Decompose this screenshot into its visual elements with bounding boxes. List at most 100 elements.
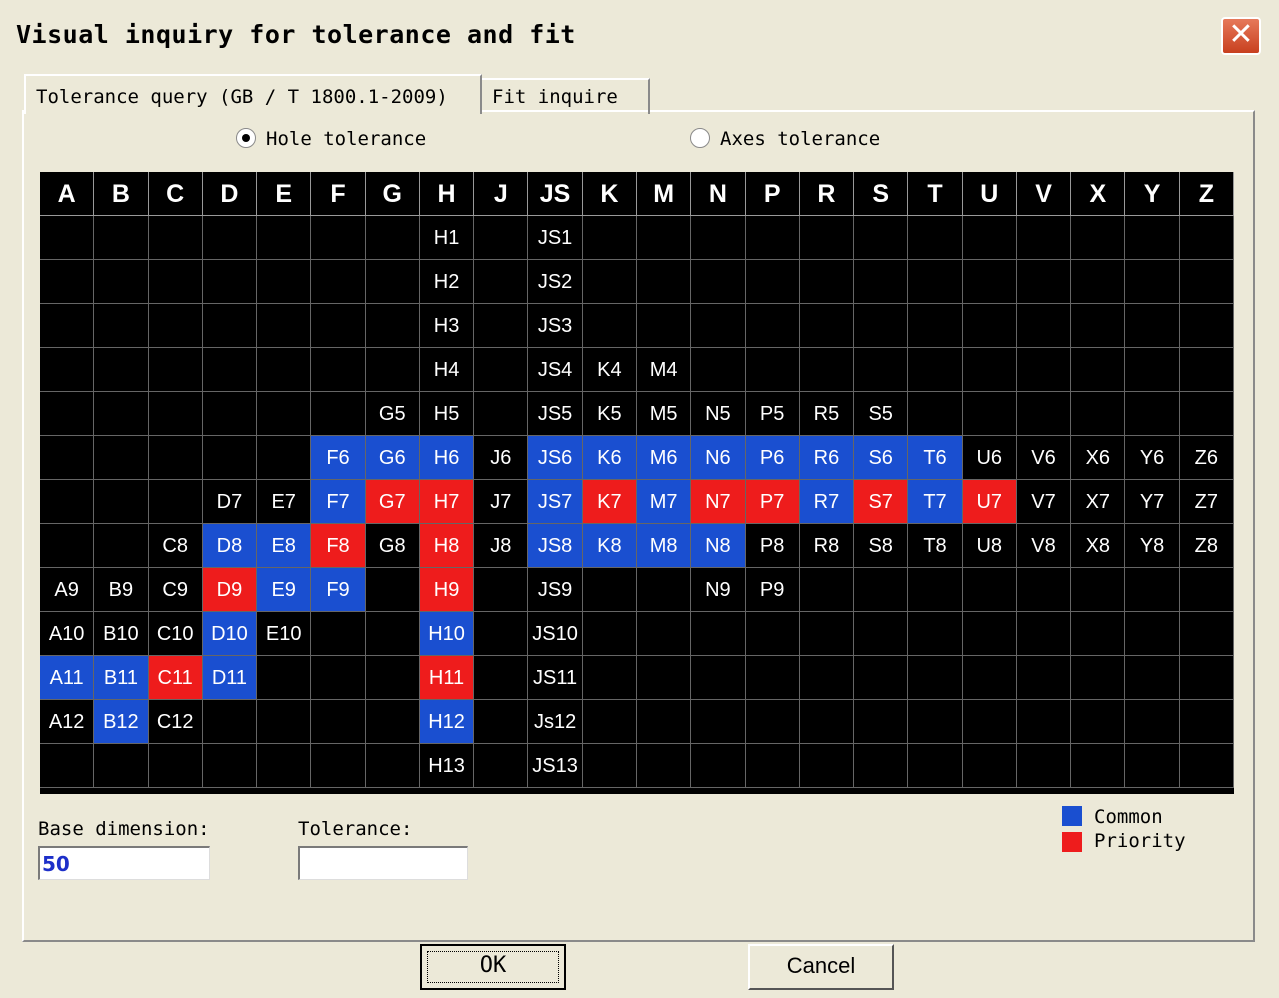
tolerance-cell-g7[interactable]: G7 bbox=[365, 480, 420, 524]
tolerance-cell-m7[interactable]: M7 bbox=[637, 480, 692, 524]
tolerance-cell-r5[interactable]: R5 bbox=[799, 392, 855, 436]
base-dimension-input[interactable]: 50 bbox=[38, 846, 210, 880]
tolerance-cell-h7[interactable]: H7 bbox=[419, 480, 475, 524]
cancel-button[interactable]: Cancel bbox=[748, 944, 894, 990]
tolerance-cell-p6[interactable]: P6 bbox=[745, 436, 800, 480]
tolerance-cell-f9[interactable]: F9 bbox=[311, 568, 366, 612]
tolerance-cell-s8[interactable]: S8 bbox=[854, 524, 909, 568]
tolerance-cell-m4[interactable]: M4 bbox=[637, 348, 692, 392]
tolerance-cell-g8[interactable]: G8 bbox=[365, 524, 420, 568]
tolerance-cell-y6[interactable]: Y6 bbox=[1125, 436, 1180, 480]
tolerance-cell-p7[interactable]: P7 bbox=[745, 480, 800, 524]
ok-button[interactable]: OK bbox=[420, 944, 566, 990]
tolerance-cell-s7[interactable]: S7 bbox=[854, 480, 909, 524]
tolerance-cell-p9[interactable]: P9 bbox=[745, 568, 800, 612]
tolerance-cell-a9[interactable]: A9 bbox=[40, 568, 95, 612]
tolerance-input[interactable] bbox=[298, 846, 468, 880]
tolerance-cell-m6[interactable]: M6 bbox=[637, 436, 692, 480]
tolerance-cell-s5[interactable]: S5 bbox=[854, 392, 909, 436]
tolerance-cell-y8[interactable]: Y8 bbox=[1125, 524, 1180, 568]
tolerance-cell-e10[interactable]: E10 bbox=[257, 612, 312, 656]
tolerance-cell-n5[interactable]: N5 bbox=[691, 392, 746, 436]
tolerance-cell-m8[interactable]: M8 bbox=[637, 524, 692, 568]
tolerance-cell-js10[interactable]: JS10 bbox=[528, 612, 583, 656]
tolerance-cell-f6[interactable]: F6 bbox=[311, 436, 366, 480]
tolerance-cell-a12[interactable]: A12 bbox=[40, 700, 95, 744]
tolerance-cell-b10[interactable]: B10 bbox=[94, 612, 149, 656]
tolerance-cell-n6[interactable]: N6 bbox=[691, 436, 746, 480]
tolerance-cell-v6[interactable]: V6 bbox=[1016, 436, 1072, 480]
tolerance-cell-j7[interactable]: J7 bbox=[474, 480, 529, 524]
tolerance-cell-js4[interactable]: JS4 bbox=[528, 348, 583, 392]
tolerance-cell-e8[interactable]: E8 bbox=[257, 524, 312, 568]
tolerance-cell-p5[interactable]: P5 bbox=[745, 392, 800, 436]
tolerance-cell-a10[interactable]: A10 bbox=[40, 612, 95, 656]
tolerance-cell-b12[interactable]: B12 bbox=[94, 700, 149, 744]
tolerance-cell-g5[interactable]: G5 bbox=[365, 392, 420, 436]
tolerance-cell-h1[interactable]: H1 bbox=[419, 216, 475, 260]
tolerance-cell-c11[interactable]: C11 bbox=[148, 656, 203, 700]
radio-hole-tolerance[interactable]: Hole tolerance bbox=[236, 128, 426, 150]
tolerance-cell-h13[interactable]: H13 bbox=[419, 744, 475, 788]
tolerance-cell-r6[interactable]: R6 bbox=[799, 436, 855, 480]
tolerance-cell-f7[interactable]: F7 bbox=[311, 480, 366, 524]
tolerance-cell-h5[interactable]: H5 bbox=[419, 392, 475, 436]
tolerance-cell-d11[interactable]: D11 bbox=[202, 656, 258, 700]
tolerance-cell-u6[interactable]: U6 bbox=[962, 436, 1017, 480]
tolerance-cell-z7[interactable]: Z7 bbox=[1179, 480, 1234, 524]
tolerance-cell-js8[interactable]: JS8 bbox=[528, 524, 583, 568]
tolerance-cell-a11[interactable]: A11 bbox=[40, 656, 95, 700]
tolerance-cell-b9[interactable]: B9 bbox=[94, 568, 149, 612]
tolerance-cell-u8[interactable]: U8 bbox=[962, 524, 1017, 568]
tolerance-cell-v8[interactable]: V8 bbox=[1016, 524, 1072, 568]
tolerance-cell-c12[interactable]: C12 bbox=[148, 700, 203, 744]
tolerance-cell-h12[interactable]: H12 bbox=[419, 700, 475, 744]
tolerance-cell-t8[interactable]: T8 bbox=[908, 524, 963, 568]
tolerance-cell-z6[interactable]: Z6 bbox=[1179, 436, 1234, 480]
tolerance-cell-h2[interactable]: H2 bbox=[419, 260, 475, 304]
tolerance-cell-c10[interactable]: C10 bbox=[148, 612, 203, 656]
tolerance-cell-d10[interactable]: D10 bbox=[202, 612, 258, 656]
tolerance-cell-h11[interactable]: H11 bbox=[419, 656, 475, 700]
tolerance-cell-x6[interactable]: X6 bbox=[1071, 436, 1126, 480]
tolerance-cell-js1[interactable]: JS1 bbox=[528, 216, 583, 260]
tolerance-cell-c9[interactable]: C9 bbox=[148, 568, 203, 612]
tolerance-cell-k5[interactable]: K5 bbox=[582, 392, 637, 436]
tolerance-cell-js11[interactable]: JS11 bbox=[528, 656, 583, 700]
tolerance-cell-js5[interactable]: JS5 bbox=[528, 392, 583, 436]
tab-tolerance-query[interactable]: Tolerance query (GB / T 1800.1-2009) bbox=[24, 74, 482, 114]
tolerance-cell-k4[interactable]: K4 bbox=[582, 348, 637, 392]
tolerance-cell-r8[interactable]: R8 bbox=[799, 524, 855, 568]
tolerance-cell-u7[interactable]: U7 bbox=[962, 480, 1017, 524]
tolerance-cell-k7[interactable]: K7 bbox=[582, 480, 637, 524]
tolerance-cell-j6[interactable]: J6 bbox=[474, 436, 529, 480]
tolerance-cell-r7[interactable]: R7 bbox=[799, 480, 855, 524]
tolerance-cell-g6[interactable]: G6 bbox=[365, 436, 420, 480]
tolerance-cell-h10[interactable]: H10 bbox=[419, 612, 475, 656]
tolerance-cell-d8[interactable]: D8 bbox=[202, 524, 258, 568]
tolerance-cell-js12[interactable]: Js12 bbox=[528, 700, 583, 744]
tolerance-cell-m5[interactable]: M5 bbox=[637, 392, 692, 436]
tolerance-cell-d9[interactable]: D9 bbox=[202, 568, 258, 612]
tolerance-cell-n9[interactable]: N9 bbox=[691, 568, 746, 612]
tolerance-cell-b11[interactable]: B11 bbox=[94, 656, 149, 700]
tolerance-cell-js6[interactable]: JS6 bbox=[528, 436, 583, 480]
tolerance-cell-f8[interactable]: F8 bbox=[311, 524, 366, 568]
tolerance-cell-c8[interactable]: C8 bbox=[148, 524, 203, 568]
tolerance-cell-k8[interactable]: K8 bbox=[582, 524, 637, 568]
tolerance-cell-p8[interactable]: P8 bbox=[745, 524, 800, 568]
tolerance-cell-x7[interactable]: X7 bbox=[1071, 480, 1126, 524]
tolerance-cell-h8[interactable]: H8 bbox=[419, 524, 475, 568]
tolerance-cell-h9[interactable]: H9 bbox=[419, 568, 475, 612]
tolerance-cell-y7[interactable]: Y7 bbox=[1125, 480, 1180, 524]
tolerance-cell-js7[interactable]: JS7 bbox=[528, 480, 583, 524]
tolerance-cell-k6[interactable]: K6 bbox=[582, 436, 637, 480]
radio-axes-tolerance[interactable]: Axes tolerance bbox=[690, 128, 880, 150]
tolerance-cell-h3[interactable]: H3 bbox=[419, 304, 475, 348]
tolerance-cell-v7[interactable]: V7 bbox=[1016, 480, 1072, 524]
tolerance-cell-z8[interactable]: Z8 bbox=[1179, 524, 1234, 568]
tolerance-cell-e9[interactable]: E9 bbox=[257, 568, 312, 612]
tolerance-cell-t6[interactable]: T6 bbox=[908, 436, 963, 480]
tolerance-cell-e7[interactable]: E7 bbox=[257, 480, 312, 524]
tolerance-cell-js9[interactable]: JS9 bbox=[528, 568, 583, 612]
